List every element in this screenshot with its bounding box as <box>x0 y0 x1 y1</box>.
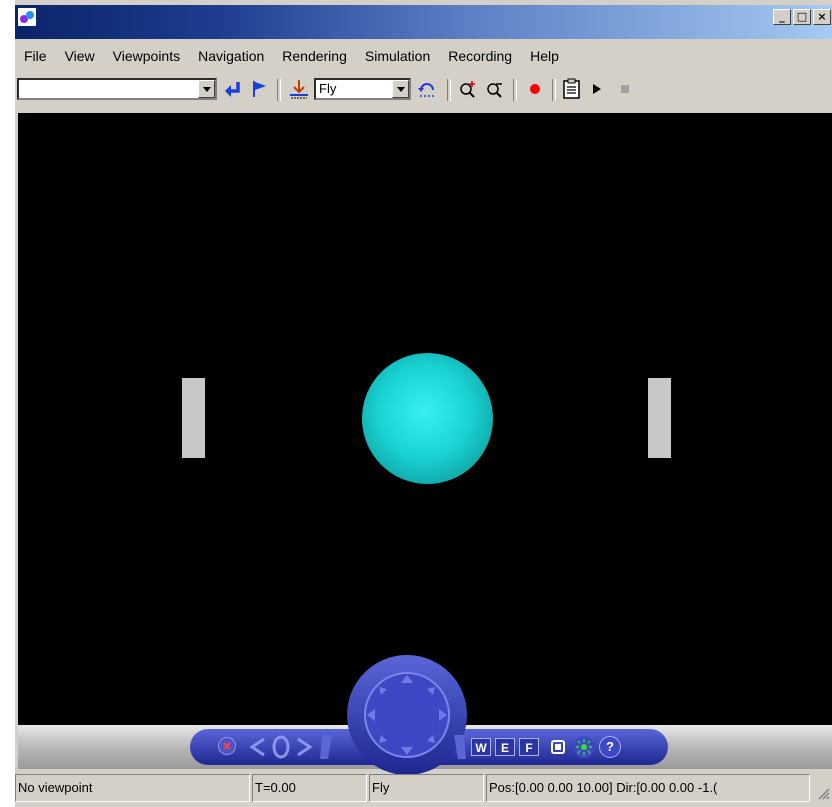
menu-viewpoints[interactable]: Viewpoints <box>104 48 189 64</box>
stop-icon[interactable] <box>613 77 637 101</box>
play-icon[interactable] <box>585 77 609 101</box>
close-navigation-icon[interactable] <box>218 737 236 755</box>
right-paddle <box>648 378 671 458</box>
edges-button[interactable]: E <box>495 738 515 756</box>
slide-left-icon[interactable] <box>246 735 268 759</box>
menu-rendering[interactable]: Rendering <box>273 48 356 64</box>
slide-right-icon[interactable] <box>294 735 316 759</box>
menu-file[interactable]: File <box>15 48 56 64</box>
clipboard-icon[interactable] <box>560 77 584 101</box>
wireframe-button[interactable]: W <box>471 738 491 756</box>
headlight-icon[interactable] <box>573 736 595 758</box>
toolbar-separator <box>277 79 281 101</box>
status-position: Pos:[0.00 0.00 10.00] Dir:[0.00 0.00 -1.… <box>486 774 810 802</box>
status-viewpoint: No viewpoint <box>15 774 250 802</box>
3d-viewport[interactable] <box>18 113 832 725</box>
status-mode: Fly <box>369 774 484 802</box>
title-bar[interactable]: _ □ × <box>15 5 832 39</box>
navigation-mode-combo[interactable]: Fly <box>314 78 411 100</box>
record-icon[interactable] <box>523 77 547 101</box>
menu-help[interactable]: Help <box>521 48 568 64</box>
menu-navigation[interactable]: Navigation <box>189 48 273 64</box>
flag-icon[interactable] <box>247 77 271 101</box>
tilt-right-icon[interactable] <box>450 733 468 761</box>
help-button[interactable]: ? <box>599 736 621 758</box>
close-button[interactable]: × <box>813 9 831 25</box>
menu-bar: File View Viewpoints Navigation Renderin… <box>15 42 568 70</box>
toolbar: Fly <box>15 75 832 110</box>
navigation-mode-value: Fly <box>319 81 337 96</box>
app-window: _ □ × File View Viewpoints Navigation Re… <box>14 0 832 807</box>
toolbar-separator <box>447 79 451 101</box>
toolbar-separator <box>552 79 556 101</box>
toolbar-separator <box>513 79 517 101</box>
chevron-down-icon[interactable] <box>392 80 409 98</box>
menu-recording[interactable]: Recording <box>439 48 521 64</box>
zoom-in-icon[interactable] <box>456 77 480 101</box>
menu-simulation[interactable]: Simulation <box>356 48 439 64</box>
tilt-left-icon[interactable] <box>318 733 336 761</box>
app-icon <box>18 8 36 26</box>
status-bar: No viewpoint T=0.00 Fly Pos:[0.00 0.00 1… <box>15 772 832 807</box>
maximize-button[interactable]: □ <box>793 9 811 25</box>
menu-view[interactable]: View <box>56 48 104 64</box>
undo-rotate-icon[interactable] <box>415 77 439 101</box>
minimize-button[interactable]: _ <box>773 9 791 25</box>
status-time: T=0.00 <box>252 774 367 802</box>
rotate-center-icon[interactable] <box>270 734 292 760</box>
chevron-down-icon[interactable] <box>198 80 215 98</box>
ground-icon[interactable] <box>287 77 311 101</box>
resize-grip-icon[interactable] <box>812 774 832 802</box>
faces-button[interactable]: F <box>519 738 539 756</box>
return-arrow-icon[interactable] <box>221 77 245 101</box>
zoom-out-icon[interactable] <box>483 77 507 101</box>
ball-sphere <box>362 353 493 484</box>
navigation-panel: W E F ? <box>18 655 832 775</box>
left-paddle <box>182 378 205 458</box>
shape-icon[interactable] <box>547 736 569 758</box>
viewpoint-combo[interactable] <box>17 78 217 100</box>
